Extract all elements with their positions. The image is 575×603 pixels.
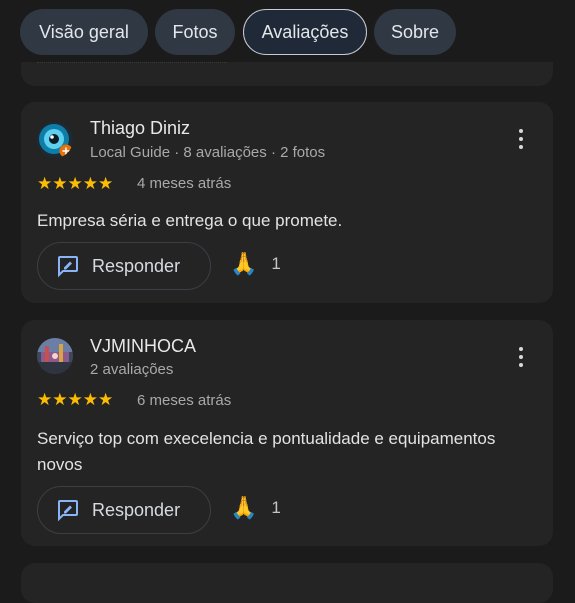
reviewer-photo — [37, 338, 73, 374]
tab-photos[interactable]: Fotos — [155, 9, 235, 55]
review-card: VJMINHOCA 2 avaliações ★★★★★ 6 meses atr… — [21, 320, 553, 546]
review-date: 4 meses atrás — [137, 175, 232, 192]
reaction-count: 1 — [271, 254, 281, 273]
tab-reviews[interactable]: Avaliações — [243, 9, 367, 55]
review-card: Thiago Diniz Local Guide · 8 avaliações … — [21, 102, 553, 303]
reviewer-meta: Local Guide · 8 avaliações · 2 fotos — [90, 144, 326, 161]
reply-label: Responder — [92, 499, 181, 520]
review-text: Serviço top com execelencia e pontualida… — [37, 429, 496, 474]
reviewer-photo — [37, 122, 73, 158]
tab-bar: Visão geral Fotos Avaliações Sobre — [0, 0, 575, 62]
avatar[interactable] — [37, 338, 73, 374]
reply-comment-icon — [58, 256, 78, 278]
star-rating: ★★★★★ — [37, 174, 114, 193]
review-date: 6 meses atrás — [137, 392, 232, 409]
reviewer-name[interactable]: Thiago Diniz — [90, 118, 190, 139]
reaction-button[interactable]: 🙏 1 — [230, 497, 281, 519]
pray-emoji-icon: 🙏 — [230, 251, 258, 276]
review-text: Empresa séria e entrega o que promete. — [37, 211, 343, 230]
truncated-content — [37, 62, 227, 63]
reply-comment-icon — [58, 500, 78, 522]
avatar[interactable] — [37, 122, 73, 158]
reaction-count: 1 — [271, 498, 281, 517]
reply-label: Responder — [92, 255, 181, 276]
reviewer-name[interactable]: VJMINHOCA — [90, 336, 196, 357]
tab-about[interactable]: Sobre — [374, 9, 456, 55]
reaction-button[interactable]: 🙏 1 — [230, 253, 281, 275]
more-vert-icon[interactable] — [509, 125, 533, 153]
reply-button[interactable]: Responder — [37, 242, 211, 290]
more-vert-icon[interactable] — [509, 343, 533, 371]
star-rating: ★★★★★ — [37, 390, 114, 409]
next-review-card — [21, 563, 553, 603]
reply-button[interactable]: Responder — [37, 486, 211, 534]
reviewer-meta: 2 avaliações — [90, 361, 174, 378]
pray-emoji-icon: 🙏 — [230, 495, 258, 520]
tab-overview[interactable]: Visão geral — [20, 9, 148, 55]
